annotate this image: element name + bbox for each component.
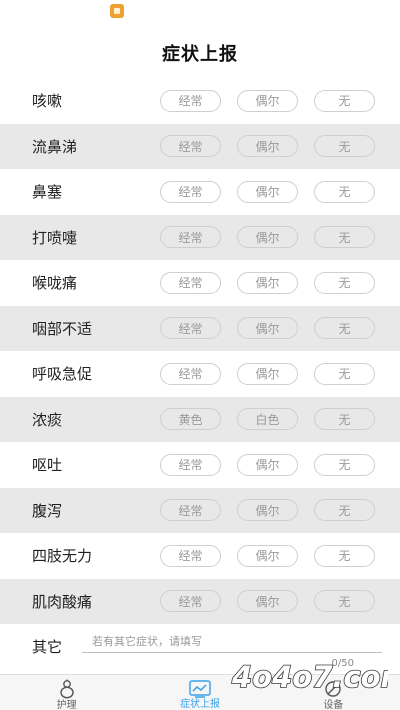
option-button[interactable]: 经常 — [160, 135, 221, 158]
symptom-label: 咳嗽 — [32, 92, 63, 111]
app-notification-icon — [110, 4, 124, 18]
option-button[interactable]: 偶尔 — [237, 544, 298, 567]
symptom-row: 四肢无力 经常 偶尔 无 — [0, 533, 400, 579]
symptom-label: 鼻塞 — [32, 183, 63, 202]
option-button[interactable]: 经常 — [160, 499, 221, 522]
tab-label: 护理 — [56, 700, 77, 710]
symptom-label: 打喷嚏 — [32, 228, 78, 247]
symptom-row: 咽部不适 经常 偶尔 无 — [0, 305, 400, 351]
option-button[interactable]: 无 — [314, 226, 375, 249]
symptom-row: 打喷嚏 经常 偶尔 无 — [0, 214, 400, 260]
option-button[interactable]: 偶尔 — [237, 180, 298, 203]
page-title: 症状上报 — [162, 44, 238, 65]
option-button[interactable]: 无 — [314, 89, 375, 112]
symptom-label: 浓痰 — [32, 410, 63, 429]
option-button[interactable]: 无 — [314, 180, 375, 203]
symptom-row: 咳嗽 经常 偶尔 无 — [0, 78, 400, 124]
option-button[interactable]: 经常 — [160, 226, 221, 249]
symptom-row: 流鼻涕 经常 偶尔 无 — [0, 123, 400, 169]
other-symptom-label: 其它 — [32, 638, 63, 656]
symptom-label: 肌肉酸痛 — [32, 592, 93, 611]
option-button[interactable]: 无 — [314, 499, 375, 522]
option-button[interactable]: 偶尔 — [237, 362, 298, 385]
option-button[interactable]: 经常 — [160, 590, 221, 613]
option-button[interactable]: 无 — [314, 271, 375, 294]
option-button[interactable]: 无 — [314, 590, 375, 613]
option-button[interactable]: 黄色 — [160, 408, 221, 431]
option-button[interactable]: 无 — [314, 408, 375, 431]
option-button[interactable]: 经常 — [160, 180, 221, 203]
option-button[interactable]: 偶尔 — [237, 226, 298, 249]
option-button[interactable]: 偶尔 — [237, 135, 298, 158]
option-button[interactable]: 偶尔 — [237, 453, 298, 476]
symptom-label: 腹泻 — [32, 501, 63, 520]
title-bar: 症状上报 — [0, 28, 400, 78]
option-button[interactable]: 经常 — [160, 362, 221, 385]
option-button[interactable]: 无 — [314, 362, 375, 385]
option-button[interactable]: 偶尔 — [237, 590, 298, 613]
symptom-row: 呼吸急促 经常 偶尔 无 — [0, 351, 400, 397]
option-button[interactable]: 偶尔 — [237, 89, 298, 112]
symptom-row: 喉咙痛 经常 偶尔 无 — [0, 260, 400, 306]
option-button[interactable]: 偶尔 — [237, 317, 298, 340]
status-bar — [0, 0, 400, 28]
other-symptom-input[interactable] — [82, 631, 382, 653]
option-button[interactable]: 白色 — [237, 408, 298, 431]
symptom-list: 咳嗽 经常 偶尔 无 流鼻涕 经常 偶尔 无 鼻塞 经常 偶尔 无 打喷嚏 经常… — [0, 78, 400, 624]
symptom-label: 呼吸急促 — [32, 365, 93, 384]
option-button[interactable]: 经常 — [160, 89, 221, 112]
symptom-label: 咽部不适 — [32, 319, 93, 338]
symptom-label: 喉咙痛 — [32, 274, 78, 293]
symptom-row: 呕吐 经常 偶尔 无 — [0, 442, 400, 488]
option-button[interactable]: 偶尔 — [237, 271, 298, 294]
gourd-icon — [56, 679, 78, 699]
report-chart-icon — [189, 679, 211, 698]
option-button[interactable]: 偶尔 — [237, 499, 298, 522]
symptom-row: 腹泻 经常 偶尔 无 — [0, 487, 400, 533]
svg-text:4o4o7.com: 4o4o7.com — [231, 660, 388, 694]
option-button[interactable]: 无 — [314, 317, 375, 340]
option-button[interactable]: 无 — [314, 453, 375, 476]
option-button[interactable]: 无 — [314, 544, 375, 567]
option-button[interactable]: 经常 — [160, 544, 221, 567]
symptom-row: 鼻塞 经常 偶尔 无 — [0, 169, 400, 215]
option-button[interactable]: 经常 — [160, 317, 221, 340]
option-button[interactable]: 经常 — [160, 271, 221, 294]
tab-label: 症状上报 — [179, 699, 220, 710]
symptom-row: 肌肉酸痛 经常 偶尔 无 — [0, 578, 400, 624]
symptom-label: 呕吐 — [32, 456, 63, 475]
tab-care[interactable]: 护理 — [0, 675, 133, 710]
option-button[interactable]: 经常 — [160, 453, 221, 476]
option-button[interactable]: 无 — [314, 135, 375, 158]
tab-label: 设备 — [323, 700, 344, 710]
symptom-row: 浓痰 黄色 白色 无 — [0, 396, 400, 442]
symptom-label: 四肢无力 — [32, 547, 93, 566]
symptom-label: 流鼻涕 — [32, 137, 78, 156]
site-watermark-logo: 4o4o7.com — [230, 659, 388, 695]
